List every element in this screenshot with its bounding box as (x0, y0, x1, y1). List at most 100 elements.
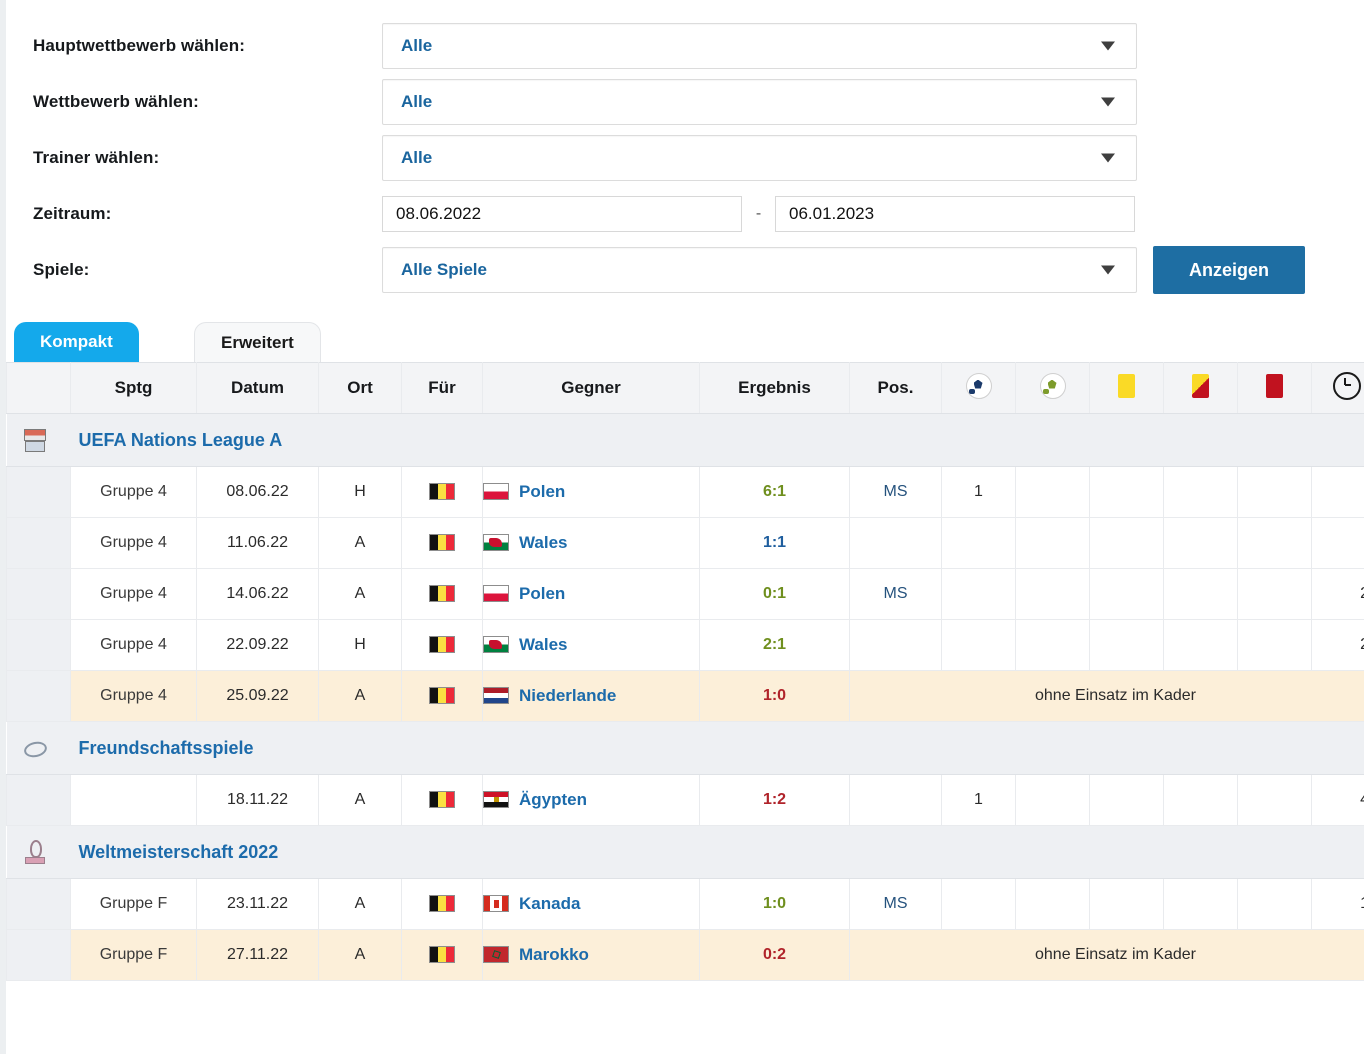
flag-icon-eg (483, 791, 509, 808)
cell-gegner[interactable]: Kanada (482, 878, 700, 930)
tab-kompakt[interactable]: Kompakt (14, 322, 139, 362)
label-hauptwettbewerb: Hauptwettbewerb wählen: (33, 36, 245, 55)
cell-minutes: 25' (1311, 619, 1364, 671)
flag-icon-be (429, 584, 455, 602)
date-from-input[interactable]: 08.06.2022 (382, 196, 742, 232)
cell-pos: MS (849, 568, 942, 620)
cell-gegner[interactable]: Wales (482, 517, 700, 569)
cell-pos (849, 774, 942, 826)
cell-gegner[interactable]: Marokko (482, 929, 700, 981)
cell-red-cards (1237, 517, 1312, 569)
yellow-card-icon (1118, 373, 1135, 398)
table-row[interactable]: Gruppe 414.06.22A Polen 0:1MS 23' (6, 568, 1364, 620)
opponent-name[interactable]: Kanada (519, 894, 580, 913)
trainer-value: Alle (401, 148, 433, 167)
table-row[interactable]: Gruppe 411.06.22A Wales 1:1 1' (6, 517, 1364, 569)
opponent-name[interactable]: Marokko (519, 945, 589, 964)
anzeigen-button[interactable]: Anzeigen (1153, 246, 1305, 294)
flag-icon-be (429, 686, 455, 704)
flag-icon-pl (483, 483, 509, 500)
header-pos[interactable]: Pos. (849, 362, 942, 414)
wettbewerb-select[interactable]: Alle (382, 79, 1137, 125)
header-gegner[interactable]: Gegner (482, 362, 700, 414)
opponent-name[interactable]: Ägypten (519, 790, 587, 809)
header-ort[interactable]: Ort (318, 362, 402, 414)
row-spacer-cell (6, 670, 71, 722)
cell-no-appearance: ohne Einsatz im Kader (849, 670, 1364, 722)
header-fuer[interactable]: Für (401, 362, 483, 414)
header-assists[interactable] (1015, 362, 1090, 414)
stadium-icon (23, 427, 46, 453)
soccer-ball-dark-icon (965, 372, 992, 399)
section-title[interactable]: Weltmeisterschaft 2022 (79, 842, 279, 863)
trainer-select[interactable]: Alle (382, 135, 1137, 181)
cell-assists (1015, 517, 1090, 569)
cell-gegner[interactable]: Niederlande (482, 670, 700, 722)
cell-yellow-red-cards (1163, 878, 1238, 930)
cell-datum: 18.11.22 (196, 774, 319, 826)
table-row[interactable]: Gruppe F23.11.22A Kanada 1:0MS 12' (6, 878, 1364, 930)
cell-minutes: 45' (1311, 774, 1364, 826)
table-row[interactable]: Gruppe 408.06.22H Polen 6:1MS1 5' (6, 466, 1364, 518)
table-row[interactable]: 18.11.22A Ägypten 1:2 1 45' (6, 774, 1364, 826)
cell-ort: A (318, 774, 402, 826)
table-row[interactable]: Gruppe 422.09.22H Wales 2:1 25' (6, 619, 1364, 671)
cell-gegner[interactable]: Polen (482, 568, 700, 620)
cell-goals: 1 (941, 774, 1016, 826)
cell-pos: MS (849, 878, 942, 930)
cell-ergebnis[interactable]: 6:1 (699, 466, 850, 518)
cell-sptg: Gruppe F (70, 878, 197, 930)
cell-ergebnis[interactable]: 0:1 (699, 568, 850, 620)
cell-yellow-red-cards (1163, 619, 1238, 671)
header-ergebnis[interactable]: Ergebnis (699, 362, 850, 414)
hauptwettbewerb-value: Alle (401, 36, 433, 55)
cell-gegner[interactable]: Ägypten (482, 774, 700, 826)
spiele-select[interactable]: Alle Spiele (382, 247, 1137, 293)
matches-table: Sptg Datum Ort Für Gegner Ergebnis Pos. … (6, 362, 1364, 981)
opponent-name[interactable]: Wales (519, 533, 568, 552)
header-sptg[interactable]: Sptg (70, 362, 197, 414)
table-row[interactable]: Gruppe F 27.11.22 A Marokko 0:2 ohne Einsatz … (6, 929, 1364, 981)
cell-ergebnis[interactable]: 1:2 (699, 774, 850, 826)
cell-assists (1015, 568, 1090, 620)
section-title[interactable]: Freundschaftsspiele (79, 738, 254, 759)
opponent-name[interactable]: Polen (519, 482, 565, 501)
label-zeitraum: Zeitraum: (33, 204, 112, 223)
cell-gegner[interactable]: Polen (482, 466, 700, 518)
cell-pos: MS (849, 466, 942, 518)
section-title[interactable]: UEFA Nations League A (79, 430, 283, 451)
header-minutes[interactable] (1311, 362, 1364, 414)
header-yellow-cards[interactable] (1089, 362, 1164, 414)
flag-icon-nl (483, 687, 509, 704)
tab-erweitert[interactable]: Erweitert (194, 322, 321, 362)
cell-ergebnis[interactable]: 1:0 (699, 670, 850, 722)
cell-yellow-red-cards (1163, 774, 1238, 826)
yellow-red-card-icon (1192, 373, 1209, 398)
opponent-name[interactable]: Niederlande (519, 686, 616, 705)
cell-fuer (401, 466, 483, 518)
flag-icon-wl (483, 534, 509, 551)
opponent-name[interactable]: Wales (519, 635, 568, 654)
cell-datum: 14.06.22 (196, 568, 319, 620)
cell-ergebnis[interactable]: 0:2 (699, 929, 850, 981)
cell-gegner[interactable]: Wales (482, 619, 700, 671)
cell-sptg: Gruppe 4 (70, 619, 197, 671)
header-goals[interactable] (941, 362, 1016, 414)
cell-ergebnis[interactable]: 2:1 (699, 619, 850, 671)
trophy-icon (23, 838, 45, 866)
chevron-down-icon (1101, 265, 1115, 275)
date-to-input[interactable]: 06.01.2023 (775, 196, 1135, 232)
cell-ergebnis[interactable]: 1:1 (699, 517, 850, 569)
header-datum[interactable]: Datum (196, 362, 319, 414)
row-spacer-cell (6, 929, 71, 981)
cell-minutes: 23' (1311, 568, 1364, 620)
table-row[interactable]: Gruppe 4 25.09.22 A Niederlande 1:0 ohne Eins… (6, 670, 1364, 722)
header-yellow-red-cards[interactable] (1163, 362, 1238, 414)
cell-ergebnis[interactable]: 1:0 (699, 878, 850, 930)
cell-datum: 23.11.22 (196, 878, 319, 930)
hauptwettbewerb-select[interactable]: Alle (382, 23, 1137, 69)
opponent-name[interactable]: Polen (519, 584, 565, 603)
flag-icon-be (429, 533, 455, 551)
flag-icon-wl (483, 636, 509, 653)
header-red-cards[interactable] (1237, 362, 1312, 414)
